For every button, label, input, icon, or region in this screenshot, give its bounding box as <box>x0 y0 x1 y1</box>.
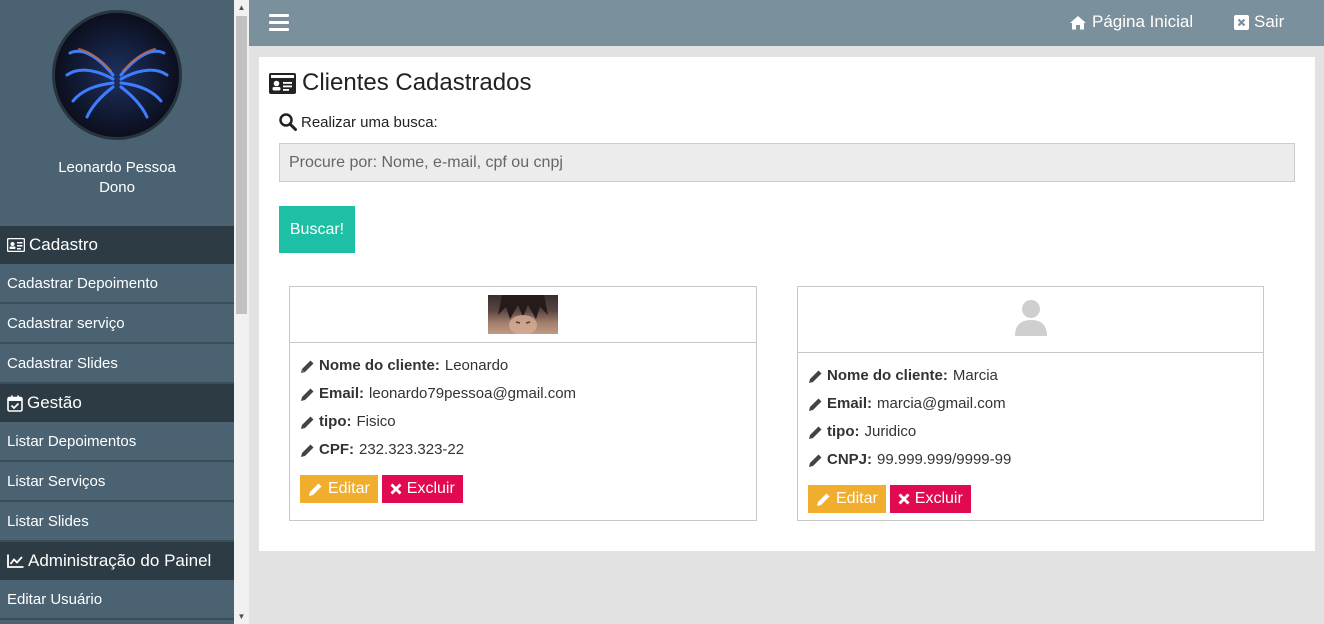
delete-button[interactable]: Excluir <box>381 475 463 503</box>
id-card-icon <box>7 238 25 252</box>
delete-button-label: Excluir <box>914 490 963 507</box>
section-administracao-label: Administração do Painel <box>28 551 212 570</box>
client-name-value: Leonardo <box>444 357 509 374</box>
calendar-check-icon <box>7 395 23 412</box>
close-square-icon <box>1234 14 1249 30</box>
close-icon <box>390 483 402 495</box>
edit-button-label: Editar <box>836 490 878 507</box>
client-type-value: Juridico <box>864 423 917 440</box>
search-button[interactable]: Buscar! <box>279 206 355 253</box>
page-title-text: Clientes Cadastrados <box>302 69 532 96</box>
delete-button-label: Excluir <box>406 480 455 497</box>
home-link-label: Página Inicial <box>1092 12 1194 31</box>
section-administracao[interactable]: Administração do Painel <box>0 542 234 580</box>
pencil-icon <box>808 397 823 412</box>
client-name-field: Nome do cliente: Leonardo <box>300 352 746 380</box>
client-doc-label: CPF: <box>319 441 354 458</box>
scroll-thumb[interactable] <box>236 16 247 314</box>
edit-button[interactable]: Editar <box>808 485 886 513</box>
sidebar: Leonardo Pessoa Dono Cadastro Cadastrar … <box>0 0 234 624</box>
client-name-label: Nome do cliente: <box>827 367 948 384</box>
pencil-icon <box>300 415 315 430</box>
client-doc-value: 99.999.999/9999-99 <box>877 451 1012 468</box>
sidebar-item-editar-usuario[interactable]: Editar Usuário <box>0 580 234 620</box>
client-email-field: Email: leonardo79pessoa@gmail.com <box>300 380 746 408</box>
client-card: Nome do cliente: Marcia Email: marcia@gm… <box>797 286 1264 521</box>
client-name-value: Marcia <box>952 367 998 384</box>
logout-link-label: Sair <box>1254 12 1285 31</box>
client-email-value: leonardo79pessoa@gmail.com <box>369 385 577 402</box>
client-doc-label: CNPJ: <box>827 451 873 468</box>
pencil-icon <box>808 369 823 384</box>
client-card: Nome do cliente: Leonardo Email: leonard… <box>289 286 757 521</box>
sidebar-item-cadastrar-depoimento[interactable]: Cadastrar Depoimento <box>0 264 234 304</box>
scroll-up-icon[interactable]: ▲ <box>234 0 249 15</box>
section-gestao-label: Gestão <box>27 393 82 412</box>
client-email-label: Email: <box>827 395 873 412</box>
sidebar-item-listar-depoimentos[interactable]: Listar Depoimentos <box>0 422 234 462</box>
home-link[interactable]: Página Inicial <box>1069 12 1193 32</box>
home-icon <box>1069 15 1087 30</box>
sidebar-item-listar-servicos[interactable]: Listar Serviços <box>0 462 234 502</box>
main-panel: Clientes Cadastrados Realizar uma busca:… <box>259 57 1315 551</box>
logout-link[interactable]: Sair <box>1234 12 1284 32</box>
edit-button-label: Editar <box>328 480 370 497</box>
client-name-field: Nome do cliente: Marcia <box>808 362 1253 390</box>
search-label-text: Realizar uma busca: <box>301 113 438 131</box>
pencil-icon <box>816 492 831 507</box>
top-bar: Página Inicial Sair <box>249 0 1324 46</box>
avatar <box>52 10 182 140</box>
client-name-label: Nome do cliente: <box>319 357 440 374</box>
pencil-icon <box>808 425 823 440</box>
pencil-icon <box>808 453 823 468</box>
pencil-icon <box>300 387 315 402</box>
client-type-label: tipo: <box>319 413 352 430</box>
id-card-icon <box>269 72 296 94</box>
client-email-field: Email: marcia@gmail.com <box>808 390 1253 418</box>
page-title: Clientes Cadastrados <box>269 69 531 97</box>
profile-block: Leonardo Pessoa Dono <box>0 0 234 226</box>
hamburger-menu-icon[interactable] <box>269 14 289 32</box>
section-cadastro[interactable]: Cadastro <box>0 226 234 264</box>
client-doc-field: CNPJ: 99.999.999/9999-99 <box>808 446 1253 474</box>
client-doc-field: CPF: 232.323.323-22 <box>300 436 746 464</box>
edit-button[interactable]: Editar <box>300 475 378 503</box>
search-input[interactable] <box>279 143 1295 182</box>
client-email-label: Email: <box>319 385 365 402</box>
client-email-value: marcia@gmail.com <box>877 395 1006 412</box>
client-photo-area <box>798 287 1263 353</box>
pencil-icon <box>300 443 315 458</box>
close-icon <box>898 493 910 505</box>
delete-button[interactable]: Excluir <box>889 485 971 513</box>
sidebar-scrollbar[interactable]: ▲ ▼ <box>234 0 249 624</box>
sidebar-item-cadastrar-servico[interactable]: Cadastrar serviço <box>0 304 234 344</box>
pencil-icon <box>300 359 315 374</box>
pencil-icon <box>308 482 323 497</box>
client-type-field: tipo: Fisico <box>300 408 746 436</box>
user-placeholder-icon <box>1014 299 1048 341</box>
search-label: Realizar uma busca: <box>279 113 438 131</box>
sidebar-item-listar-slides[interactable]: Listar Slides <box>0 502 234 542</box>
client-doc-value: 232.323.323-22 <box>359 441 465 458</box>
scroll-down-icon[interactable]: ▼ <box>234 609 249 624</box>
client-photo-area <box>290 287 756 343</box>
client-type-label: tipo: <box>827 423 860 440</box>
section-gestao[interactable]: Gestão <box>0 384 234 422</box>
client-type-value: Fisico <box>356 413 396 430</box>
user-role: Dono <box>99 179 135 196</box>
line-chart-icon <box>7 554 24 568</box>
sidebar-item-cadastrar-slides[interactable]: Cadastrar Slides <box>0 344 234 384</box>
client-photo <box>488 295 558 334</box>
section-cadastro-label: Cadastro <box>29 235 98 254</box>
search-icon <box>279 113 297 131</box>
client-type-field: tipo: Juridico <box>808 418 1253 446</box>
user-name: Leonardo Pessoa <box>58 159 176 176</box>
